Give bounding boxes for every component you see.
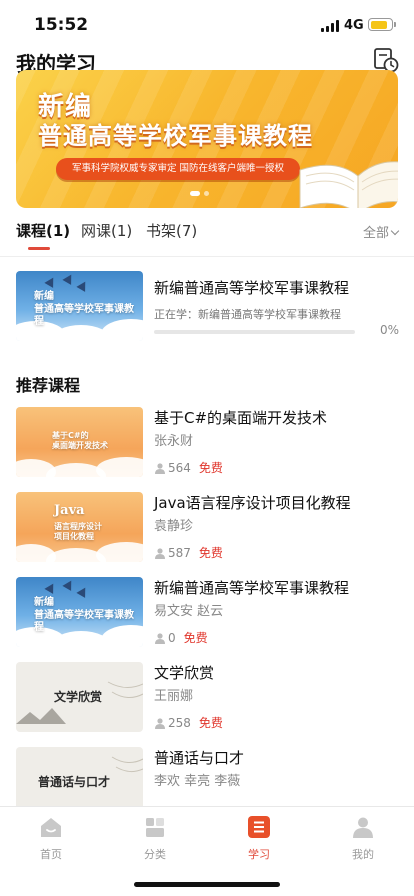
signal-icon (321, 20, 340, 32)
battery-cap (394, 22, 396, 27)
cover-text-1: 新编 (34, 291, 54, 302)
course-title: 普通话与口才 (154, 749, 245, 767)
cover-text-2: 普通高等学校军事课教程 (34, 304, 134, 327)
cover-text-2: 普通高等学校军事课教程 (34, 610, 134, 633)
course-cover: 文学欣赏 (16, 662, 143, 732)
tabbar-study[interactable]: 学习 (229, 815, 289, 862)
banner-title-line2: 普通高等学校军事课教程 (38, 122, 313, 150)
learner-icon (155, 717, 165, 729)
network-label: 4G (344, 18, 364, 33)
course-cover: Java 语言程序设计 项目化教程 (16, 492, 143, 562)
course-author: 王丽娜 (154, 689, 194, 704)
course-author: 张永财 (154, 434, 194, 449)
course-price: 免费 (198, 546, 223, 560)
tabs-divider (0, 256, 414, 257)
filter-label: 全部 (362, 226, 389, 241)
banner-pagination (190, 191, 209, 196)
course-progress-bar (154, 330, 355, 334)
course-price: 免费 (183, 631, 208, 645)
tabbar-label: 我的 (352, 848, 374, 861)
study-icon (248, 816, 270, 838)
library-tabs: 课程(1) 网课(1) 书架(7) 全部 (16, 220, 400, 250)
cover-text-1: 新编 (34, 597, 54, 608)
cover-text-2: 桌面端开发技术 (52, 441, 108, 450)
current-course-title[interactable]: 新编普通高等学校军事课教程 (154, 277, 349, 298)
learner-count: 587 (168, 545, 191, 560)
category-icon (146, 818, 164, 837)
course-title: 基于C#的桌面端开发技术 (154, 409, 328, 427)
current-course-cover[interactable]: 新编 普通高等学校军事课教程 (16, 271, 143, 341)
progress-percent: 0% (380, 323, 400, 337)
course-meta: 0 免费 (154, 629, 208, 646)
promo-banner[interactable]: 新编 普通高等学校军事课教程 军事科学院权威专家审定 国防在线客户端唯一授权 (16, 70, 398, 208)
course-price: 免费 (198, 716, 223, 730)
list-item[interactable]: 文学欣赏 文学欣赏 王丽娜 258 免费 (0, 661, 414, 733)
course-title: Java语言程序设计项目化教程 (154, 494, 351, 512)
chevron-down-icon (390, 226, 400, 236)
course-meta: 258 免费 (154, 714, 223, 731)
active-tab-indicator (28, 247, 50, 250)
list-item[interactable]: Java 语言程序设计 项目化教程 Java语言程序设计项目化教程 袁静珍 58… (0, 491, 414, 563)
course-cover: 基于C#的 桌面端开发技术 (16, 407, 143, 477)
cover-text-2: 语言程序设计 (54, 522, 102, 531)
tabbar-label: 分类 (144, 848, 166, 861)
list-item[interactable]: 基于C#的 桌面端开发技术 基于C#的桌面端开发技术 张永财 564 免费 (0, 406, 414, 478)
list-item[interactable]: 新编 普通高等学校军事课教程 新编普通高等学校军事课教程 易文安 赵云 0 免费 (0, 576, 414, 648)
course-author: 李欢 幸亮 李薇 (154, 774, 241, 789)
home-indicator (134, 882, 280, 887)
page-dot (204, 191, 209, 196)
tab-bookshelf[interactable]: 书架(7) (146, 220, 197, 241)
cover-text-1: Java (54, 503, 85, 518)
course-price: 免费 (198, 461, 223, 475)
open-book-illustration (299, 161, 398, 208)
learner-icon (155, 462, 165, 474)
status-time: 15:52 (34, 15, 89, 35)
tabbar-label: 学习 (248, 848, 270, 861)
page-dot-active (190, 191, 200, 196)
current-course-subtitle: 正在学：新编普通高等学校军事课教程 (154, 308, 341, 321)
tabbar-category[interactable]: 分类 (125, 815, 185, 862)
recommended-section-title: 推荐课程 (16, 376, 81, 395)
tab-online-classes[interactable]: 网课(1) (81, 220, 132, 241)
filter-dropdown[interactable]: 全部 (362, 222, 400, 241)
course-author: 袁静珍 (154, 519, 194, 534)
tabbar-profile[interactable]: 我的 (333, 815, 393, 862)
course-title: 文学欣赏 (154, 664, 215, 682)
course-cover: 新编 普通高等学校军事课教程 (16, 577, 143, 647)
learner-count: 564 (168, 460, 191, 475)
course-meta: 564 免费 (154, 459, 223, 476)
learner-count: 258 (168, 715, 191, 730)
learner-icon (155, 547, 165, 559)
cover-text-3: 项目化教程 (54, 532, 94, 541)
course-meta: 587 免费 (154, 544, 223, 561)
tabbar-label: 首页 (40, 848, 62, 861)
course-title: 新编普通高等学校军事课教程 (154, 579, 350, 597)
course-author: 易文安 赵云 (154, 604, 224, 619)
battery-icon (368, 18, 393, 31)
home-icon (41, 818, 61, 837)
learner-icon (155, 632, 165, 644)
learner-count: 0 (168, 630, 176, 645)
cover-text-1: 基于C#的 (52, 431, 89, 440)
tab-courses[interactable]: 课程(1) (16, 220, 70, 241)
tabbar-home[interactable]: 首页 (21, 815, 81, 862)
cover-text-1: 文学欣赏 (54, 690, 103, 704)
cover-text-1: 普通话与口才 (38, 775, 111, 789)
profile-icon (353, 817, 373, 838)
banner-subtitle-pill: 军事科学院权威专家审定 国防在线客户端唯一授权 (56, 158, 300, 180)
status-bar: 15:52 4G (0, 0, 414, 48)
